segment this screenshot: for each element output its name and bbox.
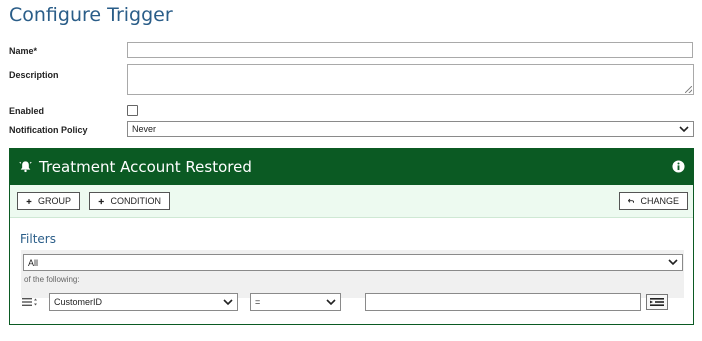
- description-field[interactable]: [127, 64, 694, 95]
- add-group-button[interactable]: GROUP: [17, 192, 80, 210]
- info-icon[interactable]: [672, 160, 685, 173]
- panel-header: Treatment Account Restored: [10, 149, 693, 185]
- panel-toolbar: GROUP CONDITION CHANGE: [10, 185, 693, 218]
- notification-policy-label: Notification Policy: [9, 125, 88, 135]
- plus-icon: [98, 198, 104, 204]
- plus-icon: [26, 198, 32, 204]
- resize-grip-icon[interactable]: [685, 86, 692, 93]
- change-label: CHANGE: [640, 196, 679, 206]
- chevron-down-icon: [223, 299, 233, 306]
- enabled-checkbox[interactable]: [127, 105, 138, 116]
- condition-operator-value: =: [255, 297, 261, 307]
- undo-icon: [628, 198, 635, 203]
- description-label: Description: [9, 70, 59, 80]
- add-condition-label: CONDITION: [110, 196, 162, 206]
- condition-value-input[interactable]: [365, 293, 641, 311]
- value-picker-icon: [650, 298, 664, 306]
- condition-field-select[interactable]: CustomerID: [49, 293, 238, 311]
- chevron-down-icon: [679, 126, 689, 133]
- chevron-down-icon: [668, 259, 678, 266]
- add-group-label: GROUP: [37, 196, 71, 206]
- enabled-label: Enabled: [9, 106, 45, 116]
- notification-policy-select[interactable]: Never: [127, 121, 694, 137]
- match-mode-select[interactable]: All: [23, 254, 683, 271]
- notification-policy-value: Never: [132, 124, 157, 134]
- add-condition-button[interactable]: CONDITION: [89, 192, 170, 210]
- drag-handle-icon[interactable]: [22, 297, 38, 307]
- of-the-following-text: of the following:: [24, 275, 80, 284]
- change-button[interactable]: CHANGE: [619, 192, 688, 210]
- name-label: Name*: [9, 46, 38, 56]
- page-title: Configure Trigger: [9, 4, 173, 26]
- panel-title: Treatment Account Restored: [39, 158, 252, 176]
- bell-icon: [19, 161, 32, 173]
- condition-operator-select[interactable]: =: [250, 293, 341, 311]
- condition-field-value: CustomerID: [54, 297, 103, 307]
- name-field[interactable]: [127, 42, 693, 58]
- trigger-panel: Treatment Account Restored GROUP CONDITI…: [9, 148, 694, 325]
- match-mode-value: All: [28, 257, 39, 268]
- chevron-down-icon: [326, 299, 336, 306]
- value-picker-button[interactable]: [646, 294, 668, 310]
- filter-group: All of the following:: [21, 250, 684, 298]
- filters-title: Filters: [20, 232, 56, 246]
